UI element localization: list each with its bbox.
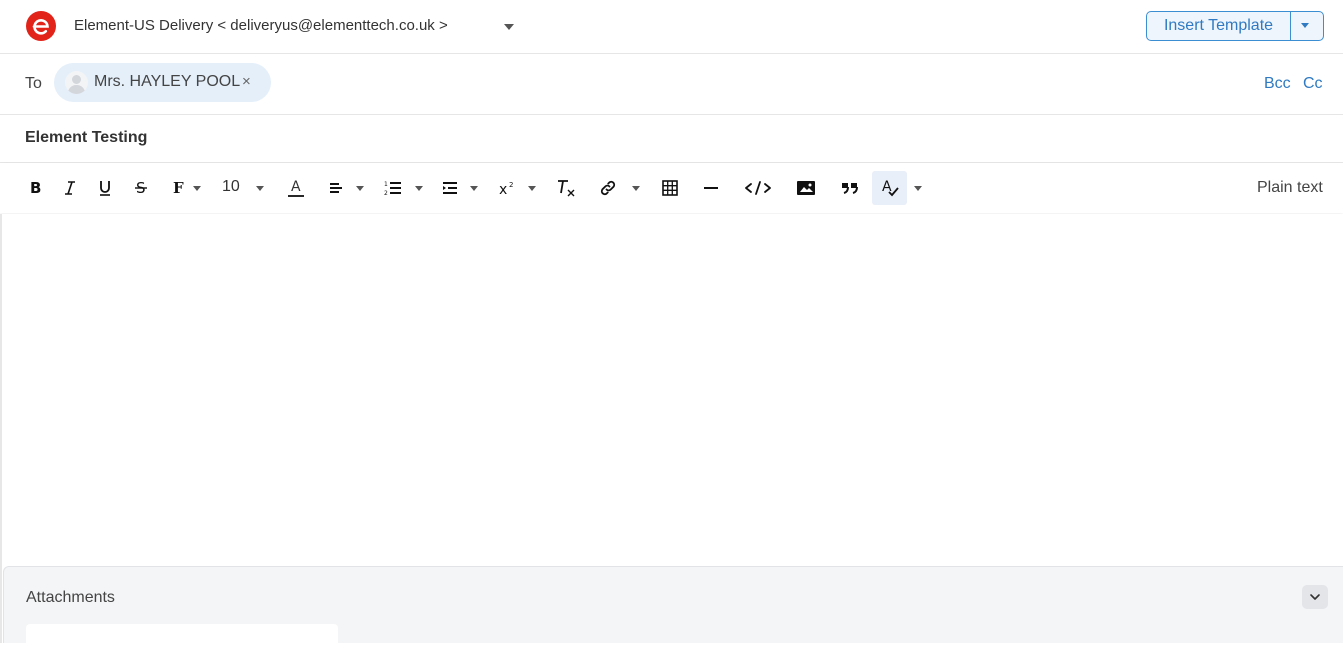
element-logo-icon [26, 11, 56, 41]
clear-format-icon[interactable] [555, 173, 577, 203]
insert-template-divider [1290, 12, 1291, 40]
svg-text:2: 2 [384, 190, 388, 196]
blockquote-icon[interactable] [840, 173, 860, 203]
underline-icon[interactable] [95, 173, 115, 203]
bold-icon[interactable]: B [25, 173, 45, 203]
indent-icon[interactable] [440, 173, 460, 203]
svg-text:B: B [30, 180, 41, 196]
insert-template-button[interactable]: Insert Template [1146, 11, 1324, 41]
text-color-icon[interactable]: A [286, 173, 306, 203]
font-family-caret-icon[interactable] [193, 186, 201, 191]
align-icon[interactable] [326, 173, 346, 203]
image-icon[interactable] [795, 173, 817, 203]
align-caret-icon[interactable] [356, 186, 364, 191]
font-family-icon[interactable]: F [169, 173, 189, 203]
avatar [65, 71, 88, 94]
link-caret-icon[interactable] [632, 186, 640, 191]
attachment-dropzone[interactable] [26, 624, 338, 654]
to-label: To [25, 75, 42, 92]
subject-row: Element Testing [0, 115, 1343, 163]
from-address[interactable]: Element-US Delivery < deliveryus@element… [74, 17, 448, 34]
recipient-chip[interactable]: Mrs. HAYLEY POOL × [54, 63, 271, 102]
svg-text:F: F [173, 180, 184, 196]
attachments-collapse-button[interactable] [1302, 585, 1328, 609]
recipient-name: Mrs. HAYLEY POOL [94, 73, 241, 90]
to-row: To Mrs. HAYLEY POOL × Bcc Cc [0, 54, 1343, 115]
editor-left-border [0, 214, 2, 643]
bcc-link[interactable]: Bcc [1264, 75, 1291, 93]
insert-template-label[interactable]: Insert Template [1147, 12, 1290, 40]
table-icon[interactable] [660, 173, 680, 203]
list-icon[interactable]: 12 [383, 173, 403, 203]
strikethrough-icon[interactable]: S [131, 173, 151, 203]
remove-recipient-icon[interactable]: × [242, 73, 251, 90]
list-caret-icon[interactable] [415, 186, 423, 191]
horizontal-rule-icon[interactable] [701, 173, 721, 203]
cc-link[interactable]: Cc [1303, 75, 1323, 93]
from-row: Element-US Delivery < deliveryus@element… [0, 0, 1343, 54]
spellcheck-icon[interactable]: A [872, 171, 907, 205]
formatting-toolbar: B S F 10 A 12 x2 A Plain text [0, 163, 1343, 213]
insert-template-caret-icon[interactable] [1301, 23, 1309, 28]
italic-icon[interactable] [60, 173, 80, 203]
indent-caret-icon[interactable] [470, 186, 478, 191]
svg-text:x: x [499, 182, 507, 196]
font-size-value[interactable]: 10 [222, 172, 250, 202]
font-size-caret-icon[interactable] [256, 186, 264, 191]
message-body-editor[interactable] [0, 214, 1343, 562]
attachments-panel: Attachments [3, 566, 1343, 654]
svg-text:A: A [291, 179, 301, 195]
link-icon[interactable] [597, 173, 619, 203]
attachments-title: Attachments [26, 589, 115, 606]
svg-text:1: 1 [384, 181, 388, 188]
code-icon[interactable] [744, 173, 772, 203]
superscript-caret-icon[interactable] [528, 186, 536, 191]
svg-text:2: 2 [509, 181, 513, 189]
from-dropdown-caret-icon[interactable] [504, 24, 514, 30]
spellcheck-caret-icon[interactable] [914, 186, 922, 191]
superscript-icon[interactable]: x2 [496, 173, 518, 203]
plain-text-toggle[interactable]: Plain text [1257, 179, 1323, 197]
subject-field[interactable]: Element Testing [25, 129, 147, 147]
